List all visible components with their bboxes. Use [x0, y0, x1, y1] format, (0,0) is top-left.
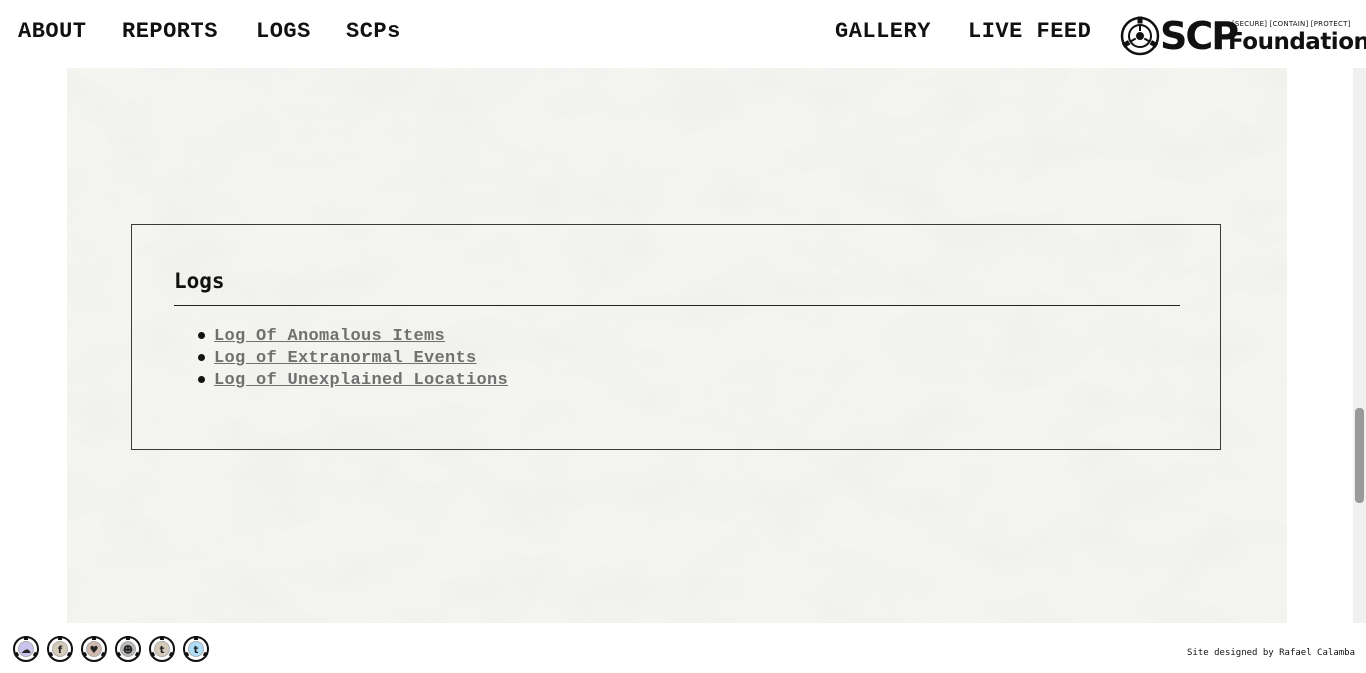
logs-list: Log Of Anomalous Items Log of Extranorma…: [174, 325, 508, 391]
logo-wordmark: SCP: [1160, 14, 1239, 58]
bullet-icon: [198, 376, 205, 383]
main-content-panel: Logs Log Of Anomalous Items Log of Extra…: [67, 68, 1287, 623]
heading-divider: [174, 305, 1180, 306]
heart-icon-glyph: ♥: [90, 645, 99, 656]
logo-tagline: [SECURE] [CONTAIN] [PROTECT]: [1232, 20, 1351, 28]
twitter-icon-glyph: t: [194, 645, 199, 656]
scrollbar-thumb[interactable]: [1355, 408, 1364, 503]
nav-live-feed-link[interactable]: LIVE FEED: [968, 18, 1091, 46]
footer: ☁ f ♥ ☻ t t Site designed by Rafael Calamba: [0, 623, 1366, 673]
logo-subtitle: Foundation: [1228, 29, 1366, 55]
twitter-icon[interactable]: t: [183, 636, 209, 662]
nav-scps-link[interactable]: SCPs: [346, 18, 401, 46]
logs-panel: Logs Log Of Anomalous Items Log of Extra…: [131, 224, 1221, 450]
tumblr-icon[interactable]: t: [149, 636, 175, 662]
nav-logs-link[interactable]: LOGS: [256, 18, 311, 46]
list-item: Log of Extranormal Events: [174, 347, 508, 369]
heart-icon[interactable]: ♥: [81, 636, 107, 662]
logs-heading: Logs: [174, 269, 225, 293]
bullet-icon: [198, 332, 205, 339]
log-extranormal-events-link[interactable]: Log of Extranormal Events: [214, 349, 477, 368]
list-item: Log Of Anomalous Items: [174, 325, 508, 347]
scp-foundation-logo[interactable]: SCP [SECURE] [CONTAIN] [PROTECT] Foundat…: [1120, 12, 1366, 60]
nav-gallery-link[interactable]: GALLERY: [835, 18, 931, 46]
log-anomalous-items-link[interactable]: Log Of Anomalous Items: [214, 327, 445, 346]
discord-icon[interactable]: ☁: [13, 636, 39, 662]
vertical-scrollbar[interactable]: [1353, 68, 1366, 623]
tumblr-icon-glyph: t: [160, 645, 165, 656]
bullet-icon: [198, 354, 205, 361]
reddit-icon-glyph: ☻: [123, 644, 133, 656]
log-unexplained-locations-link[interactable]: Log of Unexplained Locations: [214, 371, 508, 390]
site-credit: Site designed by Rafael Calamba: [1187, 648, 1355, 658]
scp-emblem-icon: [1120, 16, 1160, 56]
list-item: Log of Unexplained Locations: [174, 369, 508, 391]
nav-about-link[interactable]: ABOUT: [18, 18, 87, 46]
facebook-icon[interactable]: f: [47, 636, 73, 662]
discord-icon-glyph: ☁: [21, 645, 31, 656]
top-navbar: ABOUT REPORTS LOGS SCPs GALLERY LIVE FEE…: [0, 0, 1366, 68]
reddit-icon[interactable]: ☻: [115, 636, 141, 662]
facebook-icon-glyph: f: [58, 645, 63, 656]
nav-reports-link[interactable]: REPORTS: [122, 18, 218, 46]
